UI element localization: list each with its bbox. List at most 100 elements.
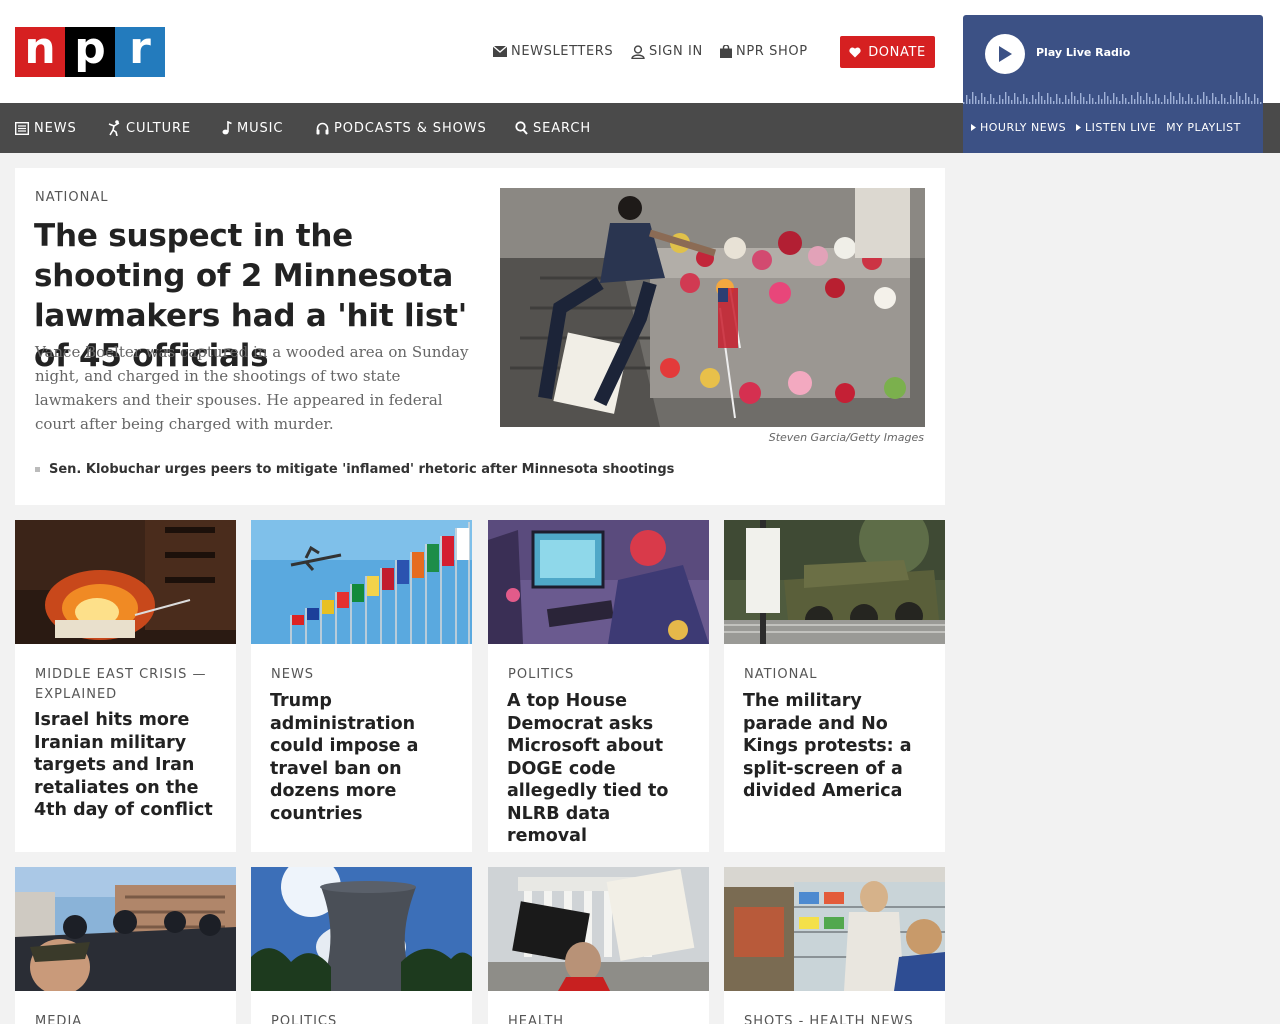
story-slug[interactable]: Shots - Health News <box>744 1012 929 1024</box>
newsletters-label: NEWSLETTERS <box>511 44 614 59</box>
nav-item-search[interactable]: SEARCH <box>515 103 591 153</box>
waveform-bar <box>1029 102 1031 104</box>
shopping-bag-icon <box>720 45 732 58</box>
npr-logo[interactable]: n p r <box>15 27 165 77</box>
story-slug[interactable]: Politics <box>508 665 693 685</box>
photo-credit: Steven Garcia/Getty Images <box>768 431 924 444</box>
story-headline[interactable]: The military parade and No Kings protest… <box>743 690 931 803</box>
waveform-bar <box>1020 101 1022 104</box>
related-story-link[interactable]: Sen. Klobuchar urges peers to mitigate '… <box>35 462 674 477</box>
waveform-bar <box>1251 101 1253 104</box>
story-thumbnail[interactable] <box>724 867 945 991</box>
story-card[interactable]: Health <box>488 867 709 1024</box>
waveform-bar <box>1059 98 1061 104</box>
lead-story: National The suspect in the shooting of … <box>15 168 945 505</box>
waveform-bar <box>1107 96 1109 104</box>
nav-item-podcasts-shows[interactable]: PODCASTS & SHOWS <box>316 103 487 153</box>
waveform-bar <box>978 100 980 104</box>
waveform-bar <box>1011 100 1013 104</box>
story-card[interactable]: Politics A top House Democrat asks Micro… <box>488 520 709 852</box>
heart-icon <box>849 47 861 57</box>
waveform-bar <box>990 94 992 104</box>
my-playlist-link[interactable]: MY PLAYLIST <box>1166 121 1241 134</box>
story-headline[interactable]: A top House Democrat asks Microsoft abou… <box>507 690 695 848</box>
sign-in-link[interactable]: SIGN IN <box>631 44 703 59</box>
play-small-icon <box>971 124 976 131</box>
story-headline[interactable]: Trump administration could impose a trav… <box>270 690 458 825</box>
story-card[interactable]: News Trump administration could impose a… <box>251 520 472 852</box>
waveform-bar <box>969 99 971 104</box>
waveform-bar <box>1098 95 1100 104</box>
waveform-bar <box>1143 100 1145 104</box>
story-thumbnail[interactable] <box>15 867 236 991</box>
story-slug[interactable]: National <box>35 190 108 205</box>
story-card[interactable]: National The military parade and No King… <box>724 520 945 852</box>
story-thumbnail[interactable] <box>15 520 236 644</box>
waveform-bar <box>975 96 977 104</box>
story-thumbnail[interactable] <box>488 867 709 991</box>
nav-item-culture[interactable]: CULTURE <box>108 103 191 153</box>
fire-photo <box>15 520 236 644</box>
waveform-bar <box>1254 94 1256 104</box>
waveform-bar <box>1074 96 1076 104</box>
story-thumbnail[interactable] <box>488 520 709 644</box>
waveform-bar <box>1191 98 1193 104</box>
donate-button[interactable]: DONATE <box>840 36 935 68</box>
lead-photo[interactable] <box>500 188 925 427</box>
story-card[interactable]: Middle East crisis — explained Israel hi… <box>15 520 236 852</box>
lead-teaser: Vance Boelter was captured in a wooded a… <box>35 343 469 433</box>
nav-item-news[interactable]: NEWS <box>15 103 77 153</box>
story-card[interactable]: Media <box>15 867 236 1024</box>
waveform-bar <box>1203 92 1205 104</box>
story-card[interactable]: Shots - Health News <box>724 867 945 1024</box>
waveform-bar <box>1200 99 1202 104</box>
waveform-bar <box>1137 92 1139 104</box>
story-thumbnail[interactable] <box>251 867 472 991</box>
waveform-bar <box>1179 93 1181 104</box>
story-thumbnail[interactable] <box>251 520 472 644</box>
story-card[interactable]: Politics <box>251 867 472 1024</box>
waveform-bar <box>1155 94 1157 104</box>
play-button[interactable] <box>985 34 1025 74</box>
memorial-photo <box>500 188 925 427</box>
waveform-bar <box>1170 92 1172 104</box>
play-live-radio-label[interactable]: Play Live Radio <box>1036 46 1130 59</box>
waveform-bar <box>1221 94 1223 104</box>
waveform-bar <box>1233 99 1235 104</box>
story-slug[interactable]: National <box>744 665 929 685</box>
newspaper-icon <box>15 121 29 135</box>
story-slug[interactable]: News <box>271 665 456 685</box>
story-slug[interactable]: Politics <box>271 1012 456 1024</box>
my-playlist-label: MY PLAYLIST <box>1166 121 1241 134</box>
story-slug[interactable]: Health <box>508 1012 693 1024</box>
story-headline[interactable]: Israel hits more Iranian military target… <box>34 709 222 822</box>
waveform-bar <box>1017 97 1019 104</box>
story-slug[interactable]: Middle East crisis — explained <box>35 665 220 705</box>
waveform-bar <box>1131 95 1133 104</box>
waveform-bar <box>1005 92 1007 104</box>
waveform-bar <box>984 97 986 104</box>
nav-item-music[interactable]: MUSIC <box>222 103 283 153</box>
waveform-bar <box>1236 92 1238 104</box>
listen-live-link[interactable]: LISTEN LIVE <box>1076 121 1156 134</box>
waveform-bar <box>1140 96 1142 104</box>
waveform-bar <box>1083 97 1085 104</box>
waveform-bar <box>1176 100 1178 104</box>
newsletters-link[interactable]: NEWSLETTERS <box>493 44 613 59</box>
headphones-icon <box>316 122 329 134</box>
police-crowd-photo <box>15 867 236 991</box>
waveform-bar <box>987 101 989 104</box>
waveform-bar <box>1014 93 1016 104</box>
waveform-bar <box>1209 100 1211 104</box>
story-thumbnail[interactable] <box>724 520 945 644</box>
waveform-bar <box>1050 97 1052 104</box>
story-slug[interactable]: Media <box>35 1012 220 1024</box>
waveform-bar <box>1092 98 1094 104</box>
waveform-bar <box>1002 99 1004 104</box>
npr-shop-link[interactable]: NPR SHOP <box>720 44 808 59</box>
waveform-bar <box>1149 97 1151 104</box>
hourly-news-label: HOURLY NEWS <box>980 121 1067 134</box>
hourly-news-link[interactable]: HOURLY NEWS <box>971 121 1066 134</box>
waveform-bar <box>1260 102 1262 104</box>
waveform-bar <box>1008 96 1010 104</box>
